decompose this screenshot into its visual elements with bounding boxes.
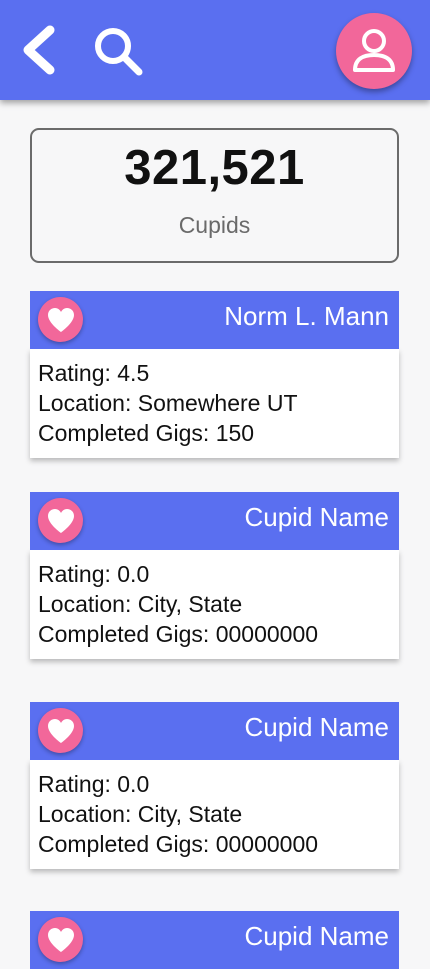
cupid-card-details: Rating: 0.0 Location: City, State Comple… (30, 550, 399, 659)
chevron-left-icon (23, 25, 55, 75)
cupid-rating: Rating: 0.0 (38, 771, 150, 797)
heart-icon (47, 927, 74, 952)
cupid-name: Cupid Name (244, 502, 389, 532)
back-button[interactable] (14, 24, 62, 76)
cupid-card-header: Cupid Name (30, 911, 399, 969)
profile-avatar-button[interactable] (336, 13, 412, 89)
cupid-rating: Rating: 4.5 (38, 360, 150, 386)
cupid-completed-gigs: Completed Gigs: 00000000 (38, 621, 319, 647)
cupid-count-value: 321,521 (124, 141, 305, 195)
cupid-completed-gigs: Completed Gigs: 00000000 (38, 831, 319, 857)
heart-icon (47, 718, 74, 743)
favorite-button[interactable] (38, 498, 83, 543)
user-icon (353, 29, 395, 72)
cupid-location: Location: City, State (38, 801, 243, 827)
top-app-bar (0, 0, 430, 100)
search-button[interactable] (88, 22, 148, 80)
cupid-location: Location: Somewhere UT (38, 390, 298, 416)
cupid-name: Norm L. Mann (224, 301, 389, 331)
cupid-rating: Rating: 0.0 (38, 561, 150, 587)
cupid-card[interactable]: Cupid Name (30, 911, 399, 969)
heart-icon (47, 307, 74, 332)
cupid-card[interactable]: Cupid Name Rating: 0.0 Location: City, S… (30, 702, 399, 869)
cupid-card-header: Norm L. Mann (30, 291, 399, 349)
cupid-card-header: Cupid Name (30, 702, 399, 760)
cupid-name: Cupid Name (244, 712, 389, 742)
cupid-location: Location: City, State (38, 591, 243, 617)
favorite-button[interactable] (38, 297, 83, 342)
heart-icon (47, 508, 74, 533)
favorite-button[interactable] (38, 708, 83, 753)
cupid-card-details: Rating: 0.0 Location: City, State Comple… (30, 760, 399, 869)
favorite-button[interactable] (38, 917, 83, 962)
cupid-name: Cupid Name (244, 921, 389, 951)
cupid-card-header: Cupid Name (30, 492, 399, 550)
cupid-card[interactable]: Norm L. Mann Rating: 4.5 Location: Somew… (30, 291, 399, 458)
cupid-count-card: 321,521 Cupids (30, 128, 399, 263)
cupid-completed-gigs: Completed Gigs: 150 (38, 420, 255, 446)
cupid-card-details: Rating: 4.5 Location: Somewhere UT Compl… (30, 349, 399, 458)
search-icon (95, 28, 143, 76)
cupid-count-label: Cupids (178, 212, 251, 238)
cupid-card[interactable]: Cupid Name Rating: 0.0 Location: City, S… (30, 492, 399, 659)
